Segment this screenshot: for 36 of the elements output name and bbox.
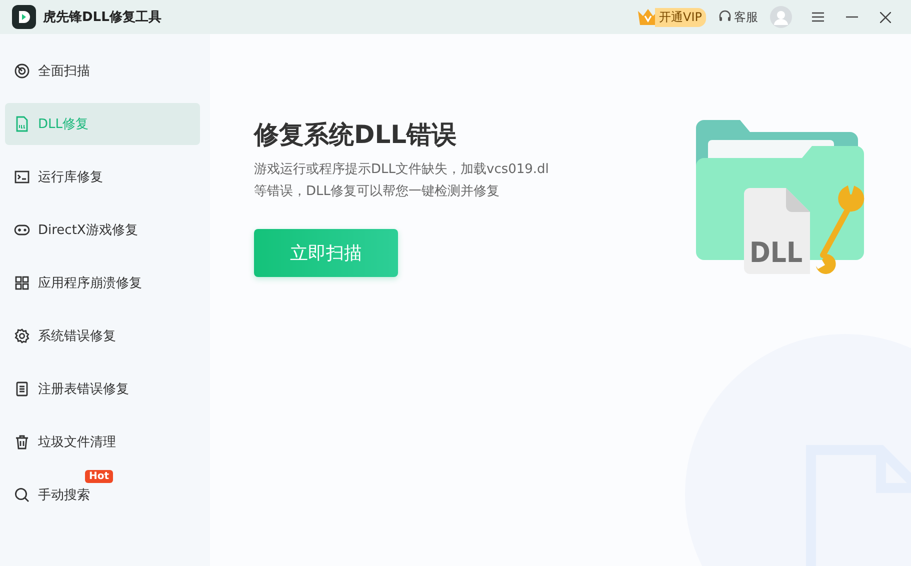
scan-icon [14, 63, 30, 79]
hot-badge: Hot [85, 470, 114, 483]
description-text: 游戏运行或程序提示DLL文件缺失，加载vcs019.dl等错误，DLL修复可以帮您一键检测并修复 [254, 161, 550, 201]
document-icon [14, 381, 30, 397]
sidebar-item-label: 全面扫描 [38, 63, 90, 80]
page-heading: 修复系统DLL错误 [254, 119, 458, 151]
close-icon[interactable] [880, 12, 891, 22]
menu-icon[interactable] [812, 12, 824, 22]
sidebar-item[interactable]: 运行库修复 [5, 156, 200, 198]
sidebar-item-label: 手动搜索 [38, 487, 90, 504]
gear-icon [14, 328, 30, 344]
sidebar-item[interactable]: 注册表错误修复 [5, 368, 200, 410]
grid-icon [14, 275, 30, 291]
sidebar-item-label: 运行库修复 [38, 169, 103, 186]
dll-file-icon [14, 116, 30, 132]
illustration-label: DLL [749, 236, 803, 269]
sidebar-item-label: 应用程序崩溃修复 [38, 275, 142, 292]
sidebar-item-label: DLL修复 [38, 116, 88, 133]
terminal-icon [14, 169, 30, 185]
sidebar-item[interactable]: 应用程序崩溃修复 [5, 262, 200, 304]
sidebar-item-label: 系统错误修复 [38, 328, 116, 345]
sidebar-item-label: DirectX游戏修复 [38, 222, 138, 239]
sidebar-item[interactable]: 全面扫描 [5, 50, 200, 92]
search-icon [14, 487, 30, 503]
headset-icon [718, 10, 732, 24]
sidebar-item[interactable]: DirectX游戏修复 [5, 209, 200, 251]
app-logo-icon [12, 5, 36, 29]
sidebar-item-label: 注册表错误修复 [38, 381, 129, 398]
minimize-icon[interactable] [846, 16, 858, 18]
window-title: 虎先锋DLL修复工具 [43, 9, 162, 26]
sidebar-item-label: 垃圾文件清理 [38, 434, 116, 451]
trash-icon [14, 434, 30, 450]
gamepad-icon [14, 222, 30, 238]
sidebar-item[interactable]: 垃圾文件清理 [5, 421, 200, 463]
customer-service-button[interactable]: 客服 [718, 8, 758, 26]
sidebar-item[interactable]: 系统错误修复 [5, 315, 200, 357]
